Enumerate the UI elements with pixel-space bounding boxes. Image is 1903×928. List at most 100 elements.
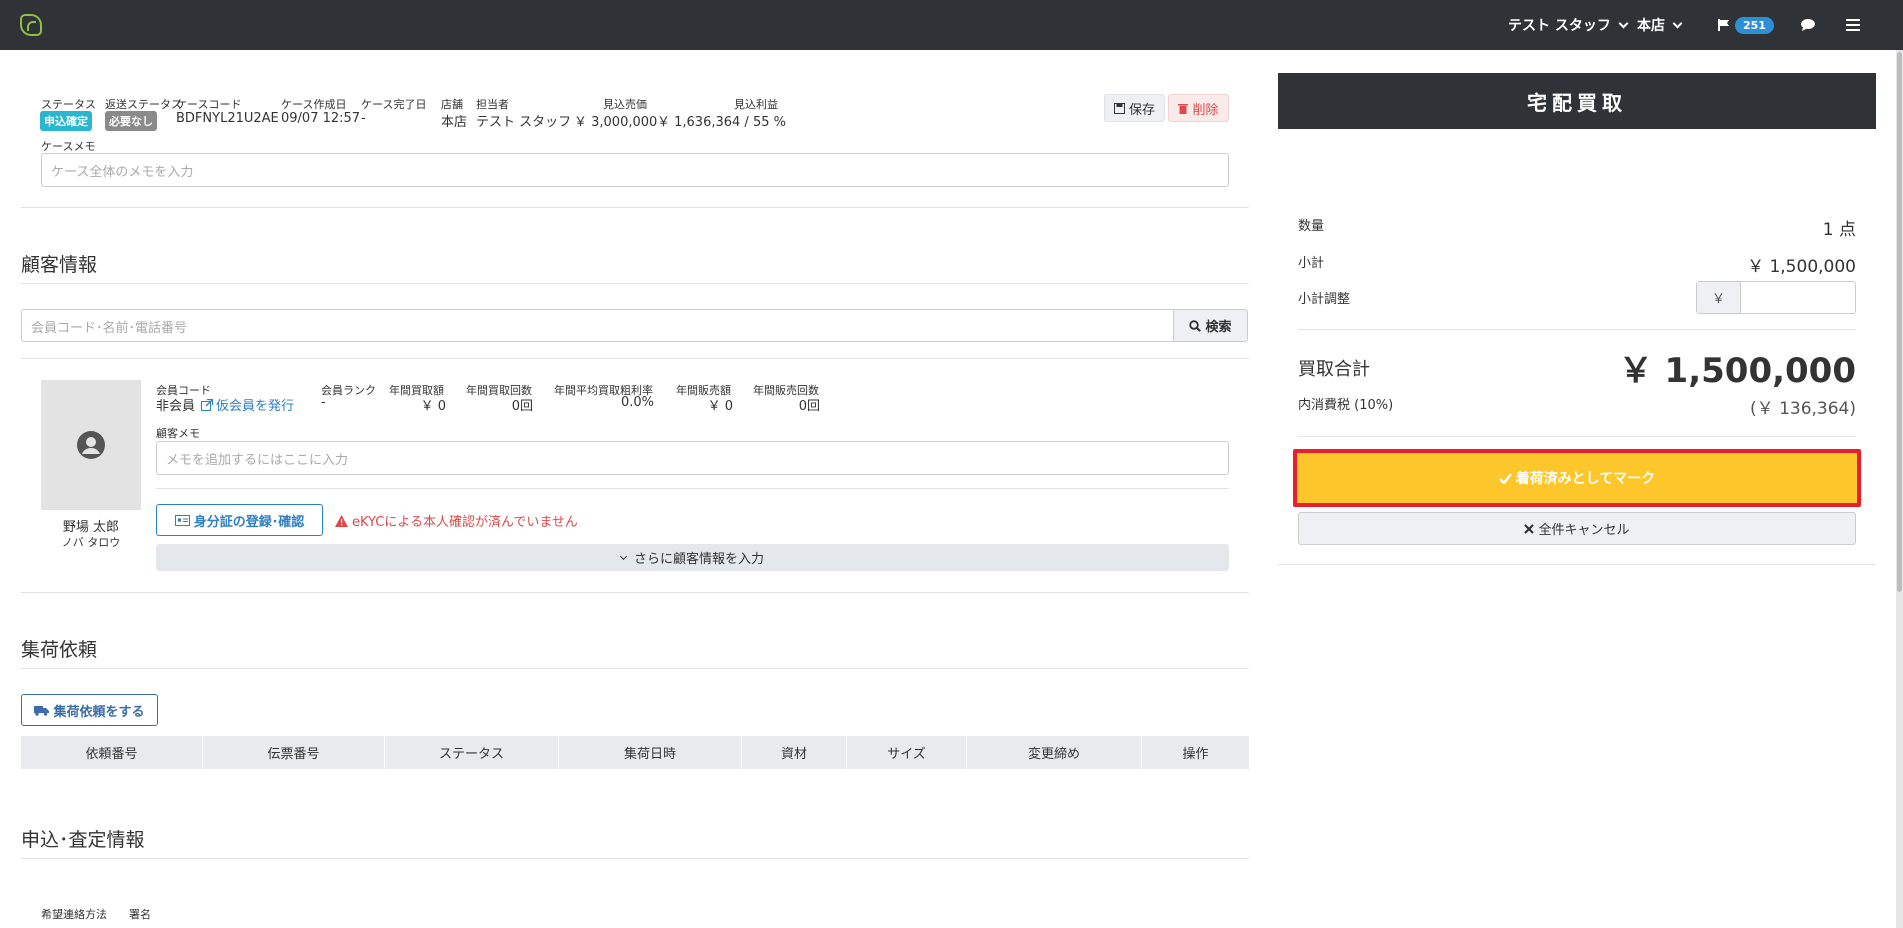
notifications-button[interactable]: 251 [1717,0,1774,50]
case-code: BDFNYL21U2AE [176,111,279,126]
app-logo-icon[interactable] [20,14,42,36]
search-icon [1189,319,1202,332]
top-navbar: テスト スタッフ 本店 251 [0,0,1903,50]
annual-sales-amount-value: ￥ 0 [707,399,733,414]
divider [1298,436,1856,437]
pickup-table-header: 依頼番号 伝票番号 ステータス 集荷日時 資材 サイズ 変更締め 操作 [21,736,1249,769]
store-label: 店舗 [441,98,463,111]
scrollbar-thumb[interactable] [1897,52,1902,592]
mark-arrived-button[interactable]: 着荷済みとしてマーク [1293,449,1861,507]
main-menu-button[interactable] [1846,0,1860,50]
customer-avatar [41,380,141,510]
column-header: ステータス [385,736,559,769]
expected-sales-value: ￥ 3,000,000 [574,115,658,130]
panel-body: 数量 1 点 小計 ￥ 1,500,000 小計調整 ￥ 買取合計 ￥ 1,50… [1278,129,1876,565]
column-header: 集荷日時 [559,736,742,769]
trash-icon [1178,103,1189,114]
customer-section-heading: 顧客情報 [21,254,98,276]
customer-memo-label: 顧客メモ [156,427,200,440]
contact-method-label: 希望連絡方法 [41,908,107,921]
hamburger-icon [1846,19,1860,31]
column-header: 操作 [1182,747,1209,762]
pickup-request-label: 集荷依頼をする [53,704,145,720]
floppy-disk-icon [1113,102,1125,114]
case-memo-input[interactable]: ケース全体のメモを入力 [41,153,1229,187]
case-completed-label: ケース完了日 [361,98,427,111]
chevron-down-icon [1618,18,1629,28]
delivery-purchase-panel: 宅配買取 数量 1 点 小計 ￥ 1,500,000 小計調整 ￥ 買取合計 ￥… [1278,73,1876,565]
tax-label: 内消費税 (10%) [1298,398,1394,413]
divider [21,668,1249,669]
customer-memo-input[interactable]: メモを追加するにはここに入力 [156,441,1229,475]
subtotal-adjust-value [1741,282,1855,313]
divider [1298,329,1856,330]
save-button[interactable]: 保存 [1104,94,1165,122]
pickup-request-button[interactable]: 集荷依頼をする [21,694,158,726]
yen-prefix: ￥ [1697,282,1741,313]
annual-sales-count-value: 0回 [798,399,820,414]
store-menu[interactable]: 本店 [1637,0,1683,50]
store-value: 本店 [441,115,468,130]
quantity-value: 1 点 [1822,220,1856,240]
cancel-all-label: 全件キャンセル [1538,523,1630,538]
more-customer-info-label: さらに顧客情報を入力 [633,552,764,567]
quantity-label: 数量 [1298,219,1325,234]
check-icon [1498,472,1512,484]
assignee-value: テスト スタッフ [476,115,572,130]
panel-title: 宅配買取 [1278,73,1876,129]
chat-button[interactable] [1800,0,1816,50]
column-header: 依頼番号 [21,736,203,769]
customer-search-button[interactable]: 検索 [1173,309,1248,342]
divider [21,858,1249,859]
column-header: 伝票番号 [203,736,385,769]
cancel-all-button[interactable]: 全件キャンセル [1298,512,1856,545]
application-section-heading: 申込･査定情報 [21,829,145,851]
id-registration-label: 身分証の登録･確認 [193,514,305,530]
subtotal-adjust-label: 小計調整 [1298,292,1351,307]
assignee-label: 担当者 [476,98,509,111]
id-registration-button[interactable]: 身分証の登録･確認 [156,504,323,536]
case-completed: - [361,111,366,126]
warning-triangle-icon [335,514,348,527]
delete-button[interactable]: 削除 [1168,94,1229,122]
user-circle-icon [77,431,105,459]
return-status-label: 返送ステータス [105,98,182,111]
case-code-label: ケースコード [176,98,242,111]
expected-sales-label: 見込売価 [603,98,647,111]
subtotal-label: 小計 [1298,256,1325,271]
pickup-section-heading: 集荷依頼 [21,639,98,661]
notification-count-badge: 251 [1735,16,1774,34]
flag-icon [1718,19,1729,31]
status-label: ステータス [41,98,96,111]
staff-menu-label: テスト スタッフ [1508,18,1611,34]
issue-temp-member-link[interactable]: 仮会員を発行 [201,395,294,414]
staff-menu[interactable]: テスト スタッフ [1508,0,1629,50]
save-button-label: 保存 [1128,102,1155,118]
kyc-warning: eKYCによる本人確認が済んでいません [335,511,578,530]
external-link-icon [201,398,213,411]
tax-value: (￥ 136,364) [1750,399,1856,419]
status-badge: 申込確定 [40,111,92,131]
store-menu-label: 本店 [1637,18,1665,34]
chat-bubble-icon [1801,19,1815,31]
page-scrollbar[interactable] [1896,50,1903,928]
divider [21,592,1249,593]
expected-profit-value: ￥ 1,636,364 / 55 % [657,115,786,130]
more-customer-info-button[interactable]: さらに顧客情報を入力 [156,544,1229,571]
total-label: 買取合計 [1298,359,1370,380]
annual-purchase-amount-value: ￥ 0 [420,399,446,414]
member-rank-label: 会員ランク [321,384,376,397]
column-header: サイズ [847,736,967,769]
signature-label: 署名 [129,908,151,921]
issue-temp-member-label: 仮会員を発行 [216,399,295,414]
subtotal-adjust-input[interactable]: ￥ [1696,281,1856,314]
total-value: ￥ 1,500,000 [1618,351,1856,391]
chevron-down-icon [1672,18,1683,28]
close-icon [1524,523,1535,534]
delete-button-label: 削除 [1192,102,1219,118]
customer-name: 野場 太郎 [62,520,120,535]
divider [156,488,1229,489]
avg-margin-value: 0.0% [620,395,654,410]
customer-search-input[interactable]: 会員コード･名前･電話番号 [21,309,1174,342]
case-created: 09/07 12:57 [281,111,361,126]
